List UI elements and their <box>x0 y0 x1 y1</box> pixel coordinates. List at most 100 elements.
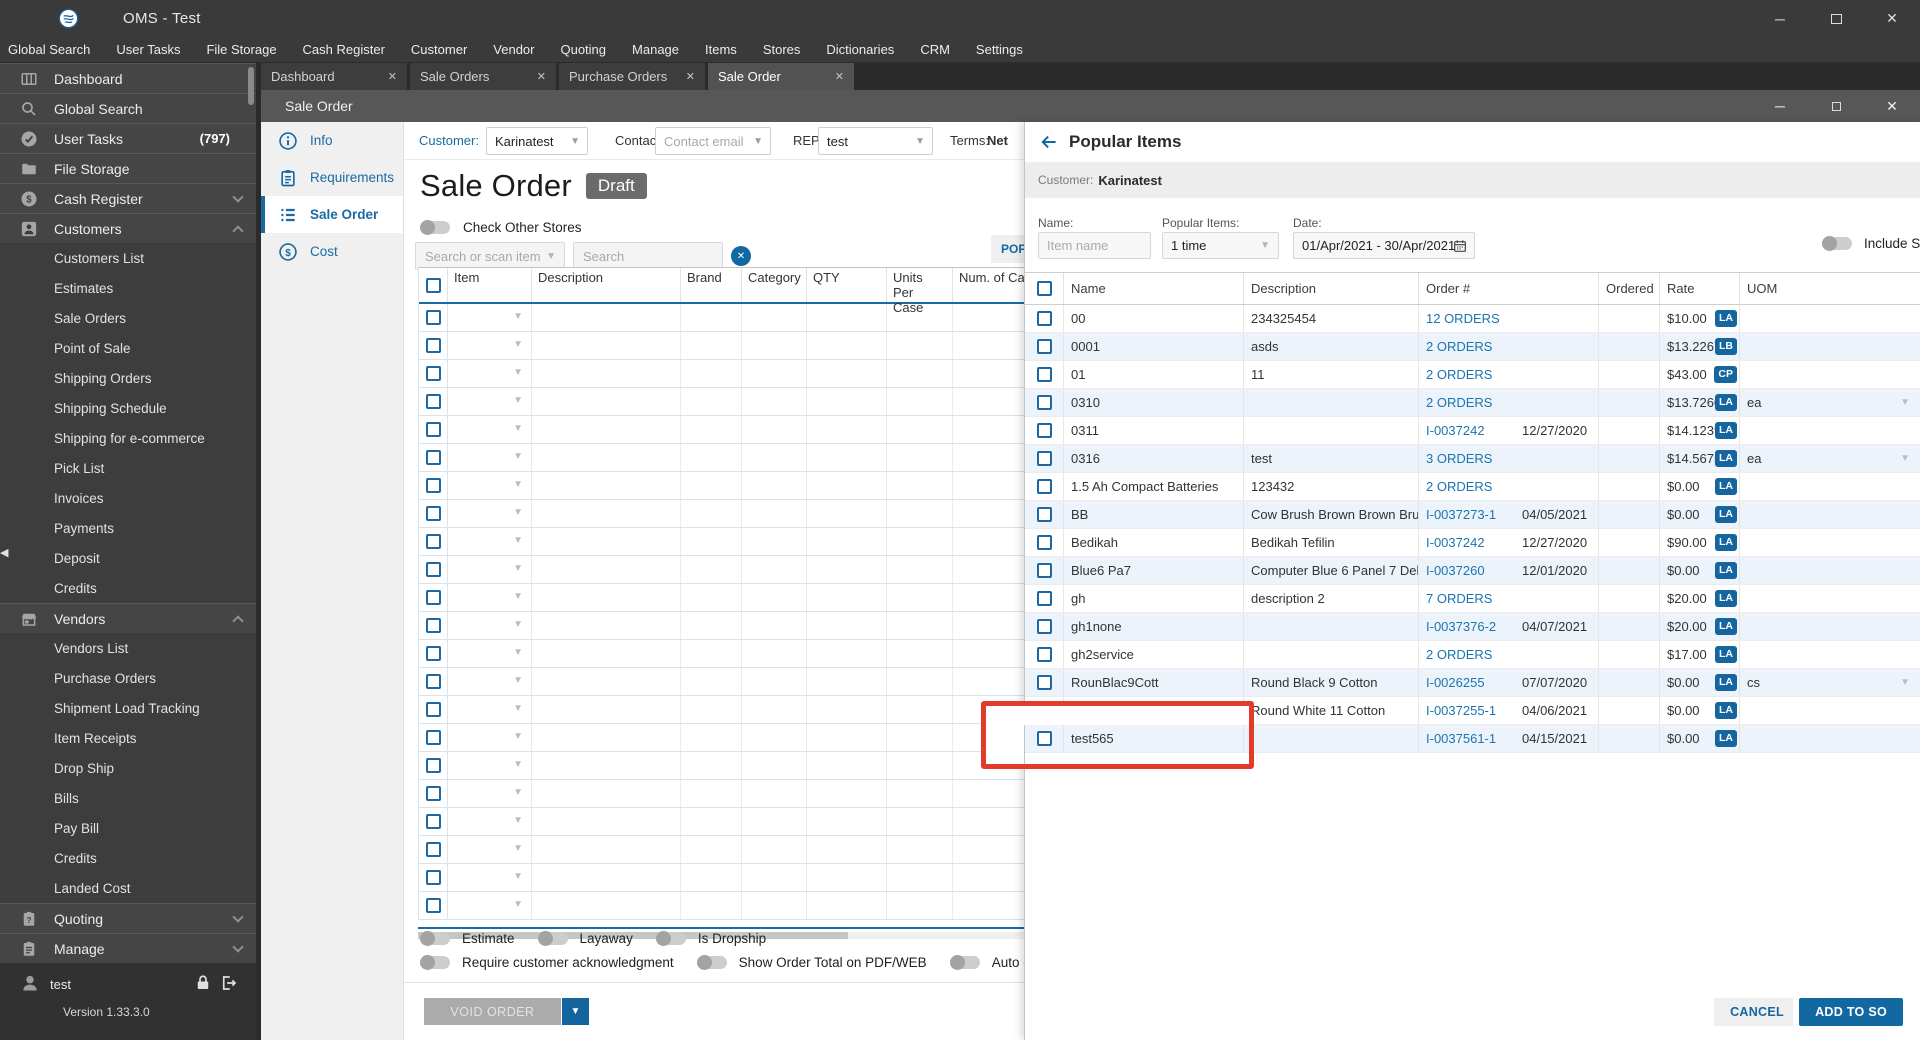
item-search-dropdown[interactable]: Search or scan item ▼ <box>415 242 565 270</box>
sidebar-item[interactable]: Global Search <box>0 93 256 123</box>
tab[interactable]: Sale Orders ✕ <box>410 63 556 90</box>
app-maximize-icon[interactable] <box>1808 0 1864 37</box>
menu-item[interactable]: Stores <box>763 42 801 57</box>
sidebar-item[interactable]: Drop Ship <box>0 753 256 783</box>
window-close-icon[interactable]: ✕ <box>1864 90 1920 122</box>
rep-dropdown[interactable]: test ▼ <box>818 127 933 155</box>
window-restore-icon[interactable] <box>1808 90 1864 122</box>
sidebar-item[interactable]: Credits <box>0 843 256 873</box>
sidebar-item[interactable]: Customers <box>0 213 256 243</box>
select-all-checkbox[interactable] <box>425 277 441 293</box>
item-dropdown-icon[interactable]: ▼ <box>513 647 523 658</box>
row-checkbox[interactable] <box>425 786 441 801</box>
add-to-so-button[interactable]: ADD TO SO <box>1799 998 1903 1026</box>
sidebar-item[interactable]: Pay Bill <box>0 813 256 843</box>
item-dropdown-icon[interactable]: ▼ <box>513 759 523 770</box>
orders-link[interactable]: 2 ORDERS <box>1426 479 1492 494</box>
contact-dropdown[interactable]: Contact email ▼ <box>655 127 771 155</box>
row-checkbox[interactable] <box>425 534 441 549</box>
menu-item[interactable]: Manage <box>632 42 679 57</box>
row-checkbox[interactable] <box>425 478 441 493</box>
sidebar-item[interactable]: Estimates <box>0 273 256 303</box>
sidebar-item[interactable]: Shipping Orders <box>0 363 256 393</box>
item-dropdown-icon[interactable]: ▼ <box>513 507 523 518</box>
sidebar-item[interactable]: Item Receipts <box>0 723 256 753</box>
toggle-switch[interactable] <box>696 955 727 970</box>
row-checkbox[interactable] <box>1036 395 1052 410</box>
item-dropdown-icon[interactable]: ▼ <box>513 787 523 798</box>
orders-link[interactable]: 2 ORDERS <box>1426 339 1492 354</box>
row-checkbox[interactable] <box>425 646 441 661</box>
sidebar-collapse-arrow-icon[interactable]: ◀ <box>0 546 8 559</box>
app-close-icon[interactable]: ✕ <box>1864 0 1920 37</box>
tab-close-icon[interactable]: ✕ <box>537 70 546 83</box>
window-minimize-icon[interactable]: ─ <box>1752 90 1808 122</box>
subnav-item[interactable]: Info <box>261 122 403 159</box>
subnav-item[interactable]: $ Cost <box>261 233 403 270</box>
row-checkbox[interactable] <box>425 394 441 409</box>
sidebar-item[interactable]: Deposit <box>0 543 256 573</box>
orders-link[interactable]: 7 ORDERS <box>1426 591 1492 606</box>
sidebar-item[interactable]: Landed Cost <box>0 873 256 903</box>
row-checkbox[interactable] <box>425 618 441 633</box>
row-checkbox[interactable] <box>425 422 441 437</box>
uom-dropdown-icon[interactable]: ▼ <box>1900 677 1910 688</box>
menu-item[interactable]: Quoting <box>560 42 606 57</box>
row-checkbox[interactable] <box>425 562 441 577</box>
item-dropdown-icon[interactable]: ▼ <box>513 843 523 854</box>
menu-item[interactable]: File Storage <box>206 42 276 57</box>
back-arrow-icon[interactable] <box>1039 132 1059 152</box>
row-checkbox[interactable] <box>425 730 441 745</box>
order-number-link[interactable]: I-0037273-1 <box>1426 507 1496 522</box>
row-checkbox[interactable] <box>1036 507 1052 522</box>
sidebar-item[interactable]: Credits <box>0 573 256 603</box>
menu-item[interactable]: Customer <box>411 42 467 57</box>
sidebar-item[interactable]: Dashboard <box>0 63 256 93</box>
sidebar-item[interactable]: Pick List <box>0 453 256 483</box>
sidebar-item[interactable]: Sale Orders <box>0 303 256 333</box>
orders-link[interactable]: 2 ORDERS <box>1426 647 1492 662</box>
menu-item[interactable]: User Tasks <box>116 42 180 57</box>
toggle-switch[interactable] <box>420 931 450 946</box>
row-checkbox[interactable] <box>1036 479 1052 494</box>
sidebar-item[interactable]: $ Cash Register <box>0 183 256 213</box>
row-checkbox[interactable] <box>1036 591 1052 606</box>
order-number-link[interactable]: I-0037255-1 <box>1426 703 1496 718</box>
menu-item[interactable]: Global Search <box>8 42 90 57</box>
orders-link[interactable]: 3 ORDERS <box>1426 451 1492 466</box>
row-checkbox[interactable] <box>425 674 441 689</box>
order-number-link[interactable]: I-0026255 <box>1426 675 1485 690</box>
uom-dropdown-icon[interactable]: ▼ <box>1900 453 1910 464</box>
item-dropdown-icon[interactable]: ▼ <box>513 311 523 322</box>
menu-item[interactable]: Cash Register <box>303 42 385 57</box>
toggle-switch[interactable] <box>537 931 568 946</box>
sidebar-item[interactable]: Purchase Orders <box>0 663 256 693</box>
item-dropdown-icon[interactable]: ▼ <box>513 871 523 882</box>
row-checkbox[interactable] <box>1036 339 1052 354</box>
sidebar-item[interactable]: ? Quoting <box>0 903 256 933</box>
sidebar-item[interactable]: Shipping Schedule <box>0 393 256 423</box>
row-checkbox[interactable] <box>425 842 441 857</box>
tab-close-icon[interactable]: ✕ <box>686 70 695 83</box>
row-checkbox[interactable] <box>1036 535 1052 550</box>
sidebar-item[interactable]: Invoices <box>0 483 256 513</box>
row-checkbox[interactable] <box>425 338 441 353</box>
item-dropdown-icon[interactable]: ▼ <box>513 339 523 350</box>
menu-item[interactable]: Dictionaries <box>826 42 894 57</box>
row-checkbox[interactable] <box>425 366 441 381</box>
item-dropdown-icon[interactable]: ▼ <box>513 367 523 378</box>
popular-filter-dropdown[interactable]: 1 time ▼ <box>1162 232 1279 259</box>
void-order-button[interactable]: VOID ORDER <box>424 998 561 1025</box>
app-minimize-icon[interactable]: ─ <box>1752 0 1808 37</box>
sidebar-item[interactable]: Vendors <box>0 603 256 633</box>
item-dropdown-icon[interactable]: ▼ <box>513 731 523 742</box>
sidebar-scrollbar[interactable] <box>248 67 254 105</box>
row-checkbox[interactable] <box>425 450 441 465</box>
row-checkbox[interactable] <box>1036 619 1052 634</box>
row-checkbox[interactable] <box>425 758 441 773</box>
item-dropdown-icon[interactable]: ▼ <box>513 815 523 826</box>
clear-search-icon[interactable]: ✕ <box>731 246 751 266</box>
menu-item[interactable]: Items <box>705 42 737 57</box>
row-checkbox[interactable] <box>1036 311 1052 326</box>
sidebar-item[interactable]: User Tasks (797) <box>0 123 256 153</box>
